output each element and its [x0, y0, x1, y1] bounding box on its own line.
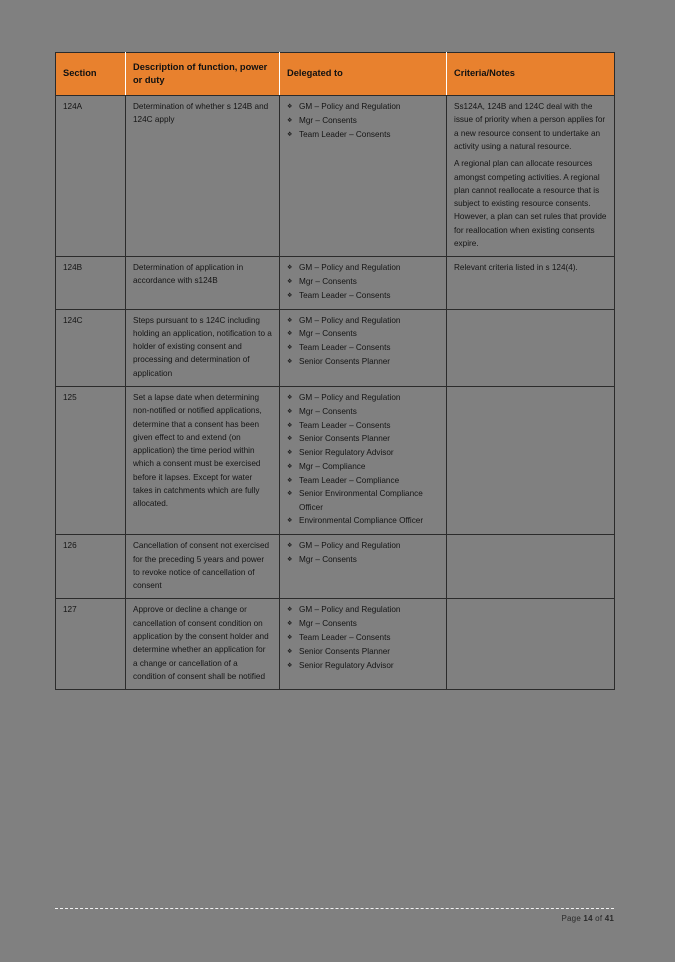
- cell-description: Steps pursuant to s 124C including holdi…: [125, 309, 280, 387]
- column-header-delegated-to: Delegated to: [279, 52, 447, 97]
- table-header: Section Description of function, power o…: [55, 52, 615, 97]
- cell-delegated-to: GM – Policy and RegulationMgr – Consents…: [279, 386, 447, 536]
- delegated-to-item: Mgr – Consents: [287, 405, 439, 419]
- delegated-to-item: Senior Regulatory Advisor: [287, 659, 439, 673]
- column-header-section: Section: [55, 52, 126, 97]
- cell-description: Set a lapse date when determining non-no…: [125, 386, 280, 536]
- page-footer: Page 14 of 41: [55, 908, 614, 923]
- delegated-to-item: GM – Policy and Regulation: [287, 539, 439, 553]
- table-row: 127 Approve or decline a change or cancel…: [55, 598, 615, 690]
- cell-criteria-notes: Ss124A, 124B and 124C deal with the issu…: [446, 95, 615, 258]
- cell-criteria-notes: [446, 534, 615, 600]
- cell-criteria-notes: Relevant criteria listed in s 124(4).: [446, 256, 615, 310]
- delegated-to-item: Senior Consents Planner: [287, 355, 439, 369]
- footer-of-label: of: [595, 914, 603, 923]
- column-header-description: Description of function, power or duty: [125, 52, 280, 97]
- footer-total-pages: 41: [604, 914, 614, 923]
- table-body: 124A Determination of whether s 124B and …: [55, 95, 615, 690]
- cell-section: 125: [55, 386, 126, 536]
- criteria-paragraph: A regional plan can allocate resources a…: [454, 159, 607, 248]
- cell-section: 124A: [55, 95, 126, 258]
- table-row: 124B Determination of application in acco…: [55, 256, 615, 310]
- table-row: 124C Steps pursuant to s 124C including h…: [55, 309, 615, 387]
- cell-description: Determination of application in accordan…: [125, 256, 280, 310]
- delegated-to-list: GM – Policy and RegulationMgr – Consents…: [287, 261, 439, 302]
- delegated-to-item: Mgr – Consents: [287, 275, 439, 289]
- delegated-to-list: GM – Policy and RegulationMgr – Consents…: [287, 391, 439, 528]
- document-page: Section Description of function, power o…: [0, 0, 675, 962]
- page-number-text: Page 14 of 41: [55, 914, 614, 923]
- delegated-to-list: GM – Policy and RegulationMgr – Consents: [287, 539, 439, 567]
- footer-page-label: Page: [561, 914, 581, 923]
- delegations-table: Section Description of function, power o…: [55, 52, 615, 691]
- description-text: Steps pursuant to s 124C including holdi…: [133, 315, 272, 378]
- cell-criteria-notes: [446, 598, 615, 690]
- delegated-to-item: Senior Consents Planner: [287, 645, 439, 659]
- delegated-to-item: Mgr – Consents: [287, 617, 439, 631]
- criteria-paragraph: Ss124A, 124B and 124C deal with the issu…: [454, 102, 606, 151]
- delegated-to-list: GM – Policy and RegulationMgr – Consents…: [287, 603, 439, 673]
- delegated-to-item: Senior Consents Planner: [287, 432, 439, 446]
- delegated-to-item: Mgr – Consents: [287, 114, 439, 128]
- delegated-to-item: Mgr – Consents: [287, 327, 439, 341]
- column-header-criteria-notes: Criteria/Notes: [446, 52, 615, 97]
- cell-section: 124C: [55, 309, 126, 387]
- description-text: Set a lapse date when determining non-no…: [133, 392, 262, 509]
- description-text: Cancellation of consent not exercised fo…: [133, 541, 270, 591]
- description-text: Approve or decline a change or cancellat…: [133, 605, 269, 681]
- delegations-table-container: Section Description of function, power o…: [55, 52, 615, 691]
- cell-delegated-to: GM – Policy and RegulationMgr – Consents: [279, 534, 447, 600]
- table-row: 126 Cancellation of consent not exercised…: [55, 534, 615, 600]
- cell-section: 126: [55, 534, 126, 600]
- delegated-to-item: Team Leader – Consents: [287, 128, 439, 142]
- delegated-to-item: Mgr – Compliance: [287, 460, 439, 474]
- cell-delegated-to: GM – Policy and RegulationMgr – Consents…: [279, 256, 447, 310]
- criteria-paragraph: Relevant criteria listed in s 124(4).: [454, 263, 578, 273]
- table-header-row: Section Description of function, power o…: [55, 52, 615, 97]
- delegated-to-item: GM – Policy and Regulation: [287, 100, 439, 114]
- cell-criteria-notes: [446, 386, 615, 536]
- cell-description: Determination of whether s 124B and 124C…: [125, 95, 280, 258]
- description-text: Determination of whether s 124B and 124C…: [133, 102, 269, 125]
- delegated-to-item: Team Leader – Compliance: [287, 474, 439, 488]
- cell-criteria-notes: [446, 309, 615, 387]
- delegated-to-item: Team Leader – Consents: [287, 289, 439, 303]
- delegated-to-item: Senior Environmental Compliance Officer: [287, 487, 439, 514]
- delegated-to-item: Environmental Compliance Officer: [287, 514, 439, 528]
- delegated-to-item: Team Leader – Consents: [287, 419, 439, 433]
- footer-divider: [55, 908, 614, 909]
- delegated-to-list: GM – Policy and RegulationMgr – Consents…: [287, 100, 439, 141]
- cell-delegated-to: GM – Policy and RegulationMgr – Consents…: [279, 598, 447, 690]
- cell-section: 124B: [55, 256, 126, 310]
- cell-section: 127: [55, 598, 126, 690]
- delegated-to-item: GM – Policy and Regulation: [287, 603, 439, 617]
- delegated-to-item: Team Leader – Consents: [287, 341, 439, 355]
- description-text: Determination of application in accordan…: [133, 263, 244, 286]
- delegated-to-item: GM – Policy and Regulation: [287, 314, 439, 328]
- cell-delegated-to: GM – Policy and RegulationMgr – Consents…: [279, 95, 447, 258]
- delegated-to-item: Senior Regulatory Advisor: [287, 446, 439, 460]
- footer-page-number: 14: [583, 914, 593, 923]
- delegated-to-item: Team Leader – Consents: [287, 631, 439, 645]
- table-row: 124A Determination of whether s 124B and …: [55, 95, 615, 258]
- delegated-to-list: GM – Policy and RegulationMgr – Consents…: [287, 314, 439, 369]
- delegated-to-item: GM – Policy and Regulation: [287, 391, 439, 405]
- delegated-to-item: Mgr – Consents: [287, 553, 439, 567]
- cell-delegated-to: GM – Policy and RegulationMgr – Consents…: [279, 309, 447, 387]
- cell-description: Approve or decline a change or cancellat…: [125, 598, 280, 690]
- cell-description: Cancellation of consent not exercised fo…: [125, 534, 280, 600]
- delegated-to-item: GM – Policy and Regulation: [287, 261, 439, 275]
- table-row: 125 Set a lapse date when determining non…: [55, 386, 615, 536]
